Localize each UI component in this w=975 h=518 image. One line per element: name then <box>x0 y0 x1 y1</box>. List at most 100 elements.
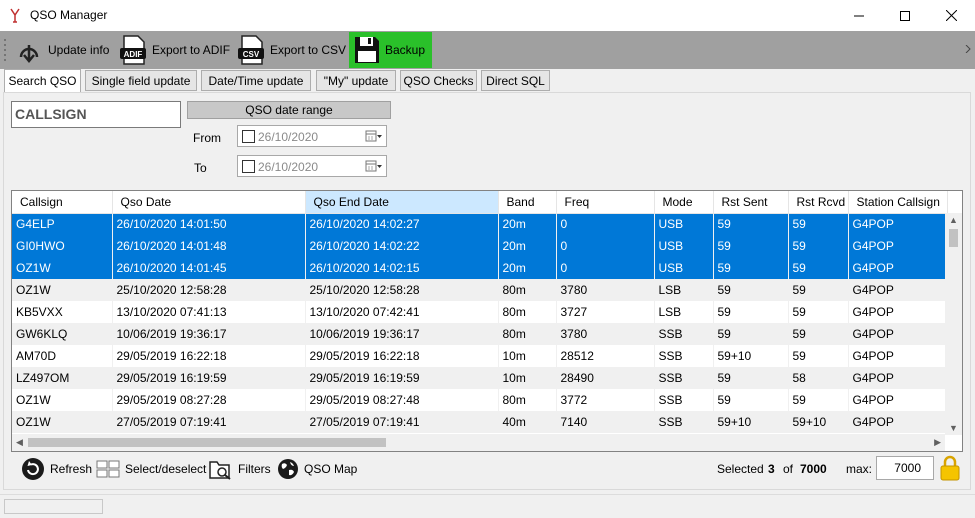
cell-mode[interactable]: LSB <box>654 301 714 323</box>
cell-station-callsign[interactable]: G4POP <box>848 411 948 433</box>
column-header-freq[interactable]: Freq <box>556 191 655 214</box>
close-button[interactable] <box>928 0 974 31</box>
cell-callsign[interactable]: OZ1W <box>12 279 113 301</box>
cell-mode[interactable]: SSB <box>654 345 714 367</box>
cell-freq[interactable]: 0 <box>556 213 655 235</box>
table-row[interactable]: OZ1W 25/10/2020 12:58:28 25/10/2020 12:58:… <box>12 279 948 301</box>
filters-button[interactable]: Filters <box>209 456 271 482</box>
cell-callsign[interactable]: GW6KLQ <box>12 323 113 345</box>
table-row[interactable]: LZ497OM 29/05/2019 16:19:59 29/05/2019 16:… <box>12 367 948 389</box>
cell-qso-date[interactable]: 10/06/2019 19:36:17 <box>112 323 306 345</box>
cell-qso-date[interactable]: 29/05/2019 08:27:28 <box>112 389 306 411</box>
cell-band[interactable]: 10m <box>498 367 557 389</box>
cell-qso-end-date[interactable]: 27/05/2019 07:19:41 <box>305 411 499 433</box>
export-adif-button[interactable]: ADIF Export to ADIF <box>114 32 234 68</box>
calendar-dropdown-icon[interactable] <box>365 129 383 144</box>
vertical-scroll-thumb[interactable] <box>949 229 958 247</box>
cell-station-callsign[interactable]: G4POP <box>848 345 948 367</box>
cell-mode[interactable]: LSB <box>654 279 714 301</box>
to-date-picker[interactable]: 26/10/2020 <box>237 155 387 177</box>
cell-freq[interactable]: 3780 <box>556 279 655 301</box>
cell-rst-rcvd[interactable]: 59 <box>788 389 849 411</box>
cell-rst-sent[interactable]: 59 <box>713 301 789 323</box>
cell-rst-rcvd[interactable]: 59 <box>788 257 849 279</box>
table-row[interactable]: OZ1W 26/10/2020 14:01:45 26/10/2020 14:02:… <box>12 257 948 279</box>
lock-icon[interactable] <box>939 455 961 481</box>
cell-qso-end-date[interactable]: 29/05/2019 16:19:59 <box>305 367 499 389</box>
cell-callsign[interactable]: OZ1W <box>12 257 113 279</box>
cell-band[interactable]: 10m <box>498 345 557 367</box>
cell-rst-rcvd[interactable]: 59 <box>788 345 849 367</box>
qso-grid[interactable]: Callsign Qso Date Qso End Date Band Freq… <box>11 190 963 452</box>
backup-button[interactable]: Backup <box>349 32 432 68</box>
cell-band[interactable]: 20m <box>498 235 557 257</box>
cell-rst-rcvd[interactable]: 59 <box>788 323 849 345</box>
tab-direct-sql[interactable]: Direct SQL <box>481 70 550 91</box>
table-row[interactable]: G4ELP 26/10/2020 14:01:50 26/10/2020 14:02… <box>12 213 948 235</box>
calendar-dropdown-icon[interactable] <box>365 159 383 174</box>
cell-qso-date[interactable]: 26/10/2020 14:01:50 <box>112 213 306 235</box>
from-date-checkbox[interactable] <box>242 130 255 143</box>
column-header-callsign[interactable]: Callsign <box>12 191 113 214</box>
cell-band[interactable]: 80m <box>498 279 557 301</box>
cell-rst-sent[interactable]: 59 <box>713 257 789 279</box>
cell-qso-end-date[interactable]: 29/05/2019 16:22:18 <box>305 345 499 367</box>
table-row[interactable]: KB5VXX 13/10/2020 07:41:13 13/10/2020 07:4… <box>12 301 948 323</box>
cell-band[interactable]: 40m <box>498 411 557 433</box>
cell-rst-sent[interactable]: 59 <box>713 235 789 257</box>
column-header-mode[interactable]: Mode <box>654 191 714 214</box>
cell-rst-sent[interactable]: 59 <box>713 213 789 235</box>
cell-station-callsign[interactable]: G4POP <box>848 279 948 301</box>
select-deselect-button[interactable]: Select/deselect <box>96 456 206 482</box>
scroll-up-icon[interactable]: ▲ <box>949 215 958 225</box>
minimize-button[interactable] <box>836 0 882 31</box>
column-header-qso-end-date[interactable]: Qso End Date <box>305 191 499 214</box>
cell-rst-sent[interactable]: 59 <box>713 389 789 411</box>
horizontal-scroll-thumb[interactable] <box>28 438 386 447</box>
refresh-button[interactable]: Refresh <box>21 456 92 482</box>
cell-qso-end-date[interactable]: 26/10/2020 14:02:27 <box>305 213 499 235</box>
cell-rst-sent[interactable]: 59+10 <box>713 411 789 433</box>
cell-qso-end-date[interactable]: 25/10/2020 12:58:28 <box>305 279 499 301</box>
cell-mode[interactable]: SSB <box>654 389 714 411</box>
cell-mode[interactable]: SSB <box>654 411 714 433</box>
cell-freq[interactable]: 7140 <box>556 411 655 433</box>
cell-mode[interactable]: USB <box>654 213 714 235</box>
cell-callsign[interactable]: OZ1W <box>12 411 113 433</box>
column-header-qso-date[interactable]: Qso Date <box>112 191 306 214</box>
cell-freq[interactable]: 28490 <box>556 367 655 389</box>
cell-rst-rcvd[interactable]: 59 <box>788 279 849 301</box>
cell-qso-date[interactable]: 27/05/2019 07:19:41 <box>112 411 306 433</box>
cell-rst-rcvd[interactable]: 58 <box>788 367 849 389</box>
tab-single-field-update[interactable]: Single field update <box>85 70 197 91</box>
tab-my-update[interactable]: "My" update <box>316 70 396 91</box>
cell-qso-end-date[interactable]: 10/06/2019 19:36:17 <box>305 323 499 345</box>
vertical-scrollbar[interactable]: ▲ ▼ <box>945 213 962 435</box>
toolbar-overflow-icon[interactable] <box>965 45 971 53</box>
column-header-rst-rcvd[interactable]: Rst Rcvd <box>788 191 849 214</box>
cell-station-callsign[interactable]: G4POP <box>848 389 948 411</box>
cell-qso-end-date[interactable]: 26/10/2020 14:02:15 <box>305 257 499 279</box>
cell-rst-rcvd[interactable]: 59+10 <box>788 411 849 433</box>
cell-qso-date[interactable]: 26/10/2020 14:01:48 <box>112 235 306 257</box>
cell-band[interactable]: 80m <box>498 323 557 345</box>
cell-qso-end-date[interactable]: 29/05/2019 08:27:48 <box>305 389 499 411</box>
cell-band[interactable]: 80m <box>498 389 557 411</box>
callsign-input[interactable]: CALLSIGN <box>11 101 181 128</box>
update-info-button[interactable]: Update info <box>10 32 113 68</box>
cell-freq[interactable]: 0 <box>556 235 655 257</box>
cell-rst-sent[interactable]: 59 <box>713 323 789 345</box>
cell-callsign[interactable]: KB5VXX <box>12 301 113 323</box>
cell-callsign[interactable]: AM70D <box>12 345 113 367</box>
cell-freq[interactable]: 3727 <box>556 301 655 323</box>
column-header-band[interactable]: Band <box>498 191 557 214</box>
cell-station-callsign[interactable]: G4POP <box>848 323 948 345</box>
cell-station-callsign[interactable]: G4POP <box>848 301 948 323</box>
cell-callsign[interactable]: OZ1W <box>12 389 113 411</box>
cell-station-callsign[interactable]: G4POP <box>848 235 948 257</box>
cell-station-callsign[interactable]: G4POP <box>848 213 948 235</box>
cell-mode[interactable]: SSB <box>654 323 714 345</box>
cell-callsign[interactable]: G4ELP <box>12 213 113 235</box>
cell-freq[interactable]: 0 <box>556 257 655 279</box>
qso-map-button[interactable]: QSO Map <box>277 456 357 482</box>
